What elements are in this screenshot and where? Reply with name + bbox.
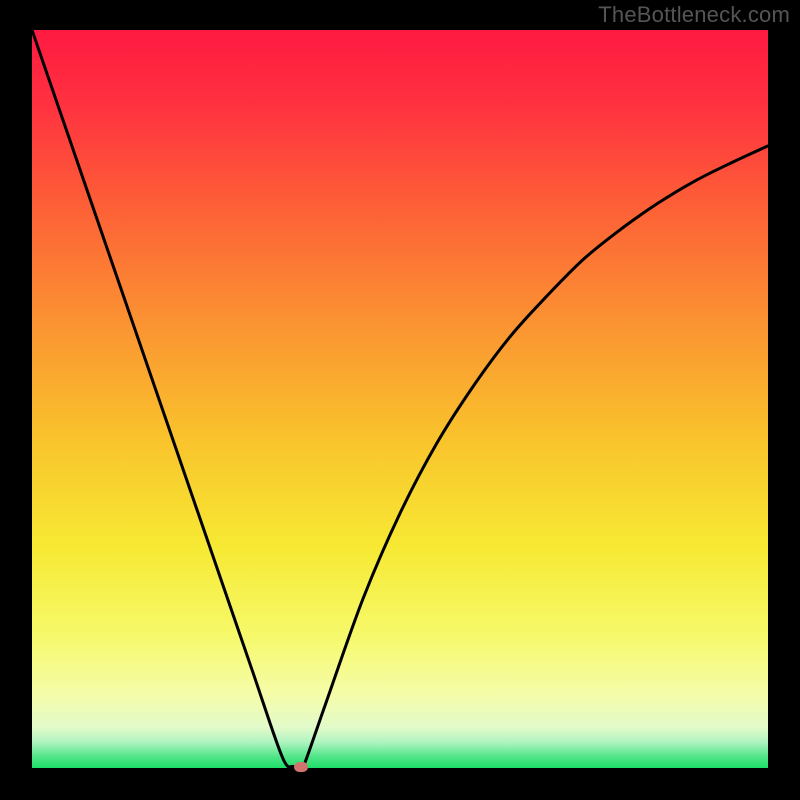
chart-svg xyxy=(32,30,768,768)
figure-root: { "attribution": "TheBottleneck.com", "c… xyxy=(0,0,800,800)
attribution-text: TheBottleneck.com xyxy=(598,2,790,28)
chart-background xyxy=(32,30,768,768)
plot-area xyxy=(32,30,768,768)
optimal-point-marker xyxy=(294,762,308,772)
